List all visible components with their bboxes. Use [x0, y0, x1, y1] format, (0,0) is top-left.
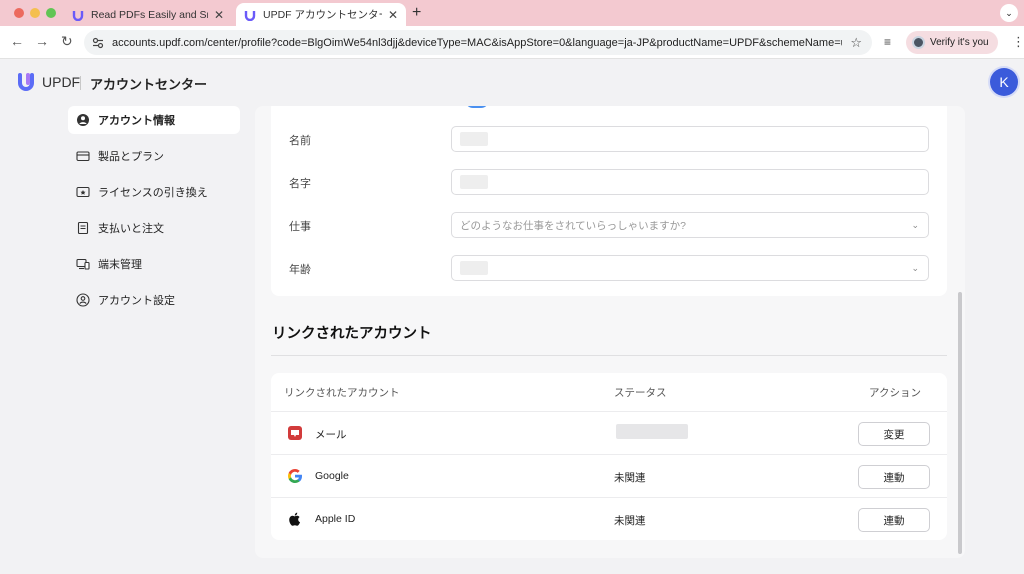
brand-name: UPDF — [42, 74, 81, 90]
sidebar-item-label: アカウント設定 — [98, 295, 175, 307]
sidebar-item-license-redeem[interactable]: ライセンスの引き換え — [68, 178, 240, 206]
change-mail-button[interactable]: 変更 — [858, 422, 930, 446]
sidebar-item-label: ライセンスの引き換え — [98, 187, 208, 199]
linked-accounts-heading: リンクされたアカウント — [272, 326, 432, 342]
last-name-input[interactable] — [451, 169, 929, 195]
sidebar: アカウント情報 製品とプラン ライセンスの引き換え 支払いと注文 端末管理 アカ… — [68, 106, 240, 322]
updf-favicon-icon — [72, 10, 84, 21]
back-arrow-icon[interactable]: ← — [10, 33, 24, 49]
header-divider — [80, 76, 81, 90]
url-text: accounts.updf.com/center/profile?code=Bl… — [112, 36, 843, 49]
account-name: メール — [315, 429, 347, 441]
profile-card: 名前 名字 仕事 どのようなお仕事をされていらっしゃいますか? ⌄ 年齢 ⌄ — [271, 106, 947, 296]
sidebar-item-products-plans[interactable]: 製品とプラン — [68, 142, 240, 170]
job-select[interactable]: どのようなお仕事をされていらっしゃいますか? ⌄ — [451, 212, 929, 238]
bookmark-star-icon[interactable]: ☆ — [850, 35, 862, 51]
sidebar-item-payments-orders[interactable]: 支払いと注文 — [68, 214, 240, 242]
main-content: 名前 名字 仕事 どのようなお仕事をされていらっしゃいますか? ⌄ 年齢 ⌄ リ… — [255, 106, 965, 558]
browser-menu-icon[interactable]: ⋮ — [1012, 34, 1024, 50]
field-row-job: 仕事 どのようなお仕事をされていらっしゃいますか? ⌄ — [289, 212, 929, 238]
tab-title: Read PDFs Easily and Smartly — [91, 8, 208, 21]
linked-accounts-table: リンクされたアカウント ステータス アクション メール 変更 Google 未関… — [271, 373, 947, 540]
link-google-button[interactable]: 連動 — [858, 465, 930, 489]
sidebar-item-account-info[interactable]: アカウント情報 — [68, 106, 240, 134]
status-text: 未関連 — [614, 472, 646, 484]
column-header-status: ステータス — [614, 387, 667, 399]
field-row-first-name: 名前 — [289, 126, 929, 152]
updf-favicon-icon — [244, 10, 256, 21]
sidebar-item-label: アカウント情報 — [98, 115, 175, 127]
reading-list-icon[interactable]: ≡ — [884, 35, 891, 49]
reload-icon[interactable]: ↻ — [61, 33, 73, 50]
sidebar-item-account-settings[interactable]: アカウント設定 — [68, 286, 240, 314]
sidebar-item-device-management[interactable]: 端末管理 — [68, 250, 240, 278]
job-placeholder: どのようなお仕事をされていらっしゃいますか? — [460, 219, 687, 232]
redacted-value — [460, 132, 488, 146]
age-select[interactable]: ⌄ — [451, 255, 929, 281]
first-name-input[interactable] — [451, 126, 929, 152]
field-row-last-name: 名字 — [289, 169, 929, 195]
card-icon — [76, 151, 90, 162]
receipt-icon — [77, 221, 89, 235]
tab-title: UPDF アカウントセンター — [263, 9, 382, 21]
verify-identity-chip[interactable]: Verify it's you — [906, 31, 998, 54]
account-name: Google — [315, 470, 349, 482]
field-label: 仕事 — [289, 221, 311, 233]
redacted-email — [616, 424, 688, 439]
page-scrollbar[interactable] — [958, 292, 962, 554]
apple-icon — [289, 512, 300, 526]
devices-icon — [76, 258, 90, 270]
status-text: 未関連 — [614, 515, 646, 527]
browser-toolbar: ← → ↻ accounts.updf.com/center/profile?c… — [0, 26, 1024, 59]
app-header: UPDF アカウントセンター K — [0, 59, 1024, 105]
updf-logo-icon[interactable] — [16, 72, 36, 92]
mail-icon — [288, 426, 302, 440]
field-label: 名字 — [289, 178, 311, 190]
table-row-apple: Apple ID 未関連 連動 — [271, 497, 947, 540]
sidebar-item-label: 製品とプラン — [98, 151, 164, 163]
address-bar[interactable]: accounts.updf.com/center/profile?code=Bl… — [84, 30, 872, 55]
close-window-button[interactable] — [14, 8, 24, 18]
user-settings-icon — [76, 293, 90, 307]
avatar[interactable]: K — [990, 68, 1018, 96]
browser-titlebar: Read PDFs Easily and Smartly ✕ UPDF アカウン… — [0, 0, 1024, 26]
column-header-action: アクション — [869, 387, 921, 399]
table-row-google: Google 未関連 連動 — [271, 454, 947, 497]
tab-search-chevron-icon[interactable]: ⌄ — [1000, 4, 1018, 22]
new-tab-button[interactable]: + — [412, 4, 421, 22]
field-label: 名前 — [289, 135, 311, 147]
profile-avatar[interactable] — [465, 106, 489, 108]
field-row-age: 年齢 ⌄ — [289, 255, 929, 281]
sidebar-item-label: 支払いと注文 — [98, 223, 164, 235]
field-label: 年齢 — [289, 264, 311, 276]
chevron-down-icon: ⌄ — [911, 263, 919, 273]
zoom-window-button[interactable] — [46, 8, 56, 18]
section-divider — [271, 355, 947, 356]
link-apple-button[interactable]: 連動 — [858, 508, 930, 532]
column-header-account: リンクされたアカウント — [284, 387, 400, 399]
license-icon — [76, 186, 90, 198]
tab-account-center[interactable]: UPDF アカウントセンター ✕ — [236, 3, 406, 26]
verify-label: Verify it's you — [930, 37, 989, 48]
chevron-down-icon: ⌄ — [911, 220, 919, 230]
account-name: Apple ID — [315, 513, 356, 525]
redacted-value — [460, 261, 488, 275]
sidebar-item-label: 端末管理 — [98, 259, 142, 271]
forward-arrow-icon[interactable]: → — [35, 33, 49, 49]
minimize-window-button[interactable] — [30, 8, 40, 18]
profile-icon — [912, 36, 925, 49]
site-settings-icon[interactable] — [92, 37, 104, 49]
redacted-value — [460, 175, 488, 189]
table-row-mail: メール 変更 — [271, 411, 947, 454]
tab-close-icon[interactable]: ✕ — [388, 8, 398, 22]
tab-close-icon[interactable]: ✕ — [214, 8, 224, 22]
tab-read-pdfs[interactable]: Read PDFs Easily and Smartly ✕ — [64, 3, 232, 26]
user-circle-icon — [77, 114, 89, 126]
google-icon — [288, 469, 302, 483]
page-title: アカウントセンター — [90, 77, 208, 92]
